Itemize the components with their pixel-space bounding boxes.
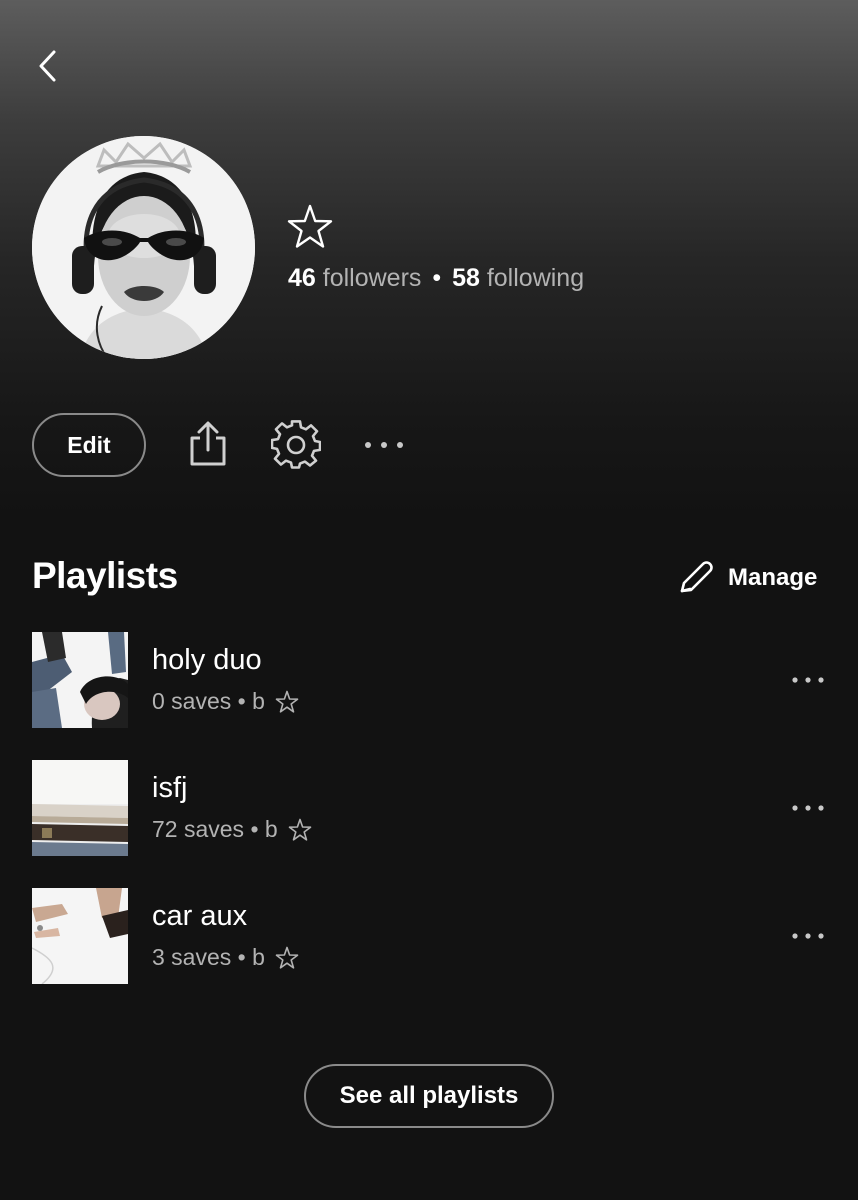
- following-label[interactable]: following: [480, 264, 584, 292]
- follow-stats: 46 followers • 58 following: [288, 264, 584, 293]
- playlist-item[interactable]: isfj 72 saves • b: [32, 760, 828, 856]
- star-icon: [288, 818, 312, 842]
- playlist-cover: [32, 760, 128, 856]
- manage-button[interactable]: Manage: [676, 558, 817, 598]
- followers-count[interactable]: 46: [288, 264, 316, 292]
- pencil-icon: [680, 561, 713, 593]
- playlists-heading: Playlists: [32, 555, 178, 596]
- playlist-meta-line: 0 saves • b: [152, 688, 299, 715]
- playlist-more-button[interactable]: [788, 794, 828, 822]
- playlist-item[interactable]: holy duo 0 saves • b: [32, 632, 828, 728]
- playlist-meta: 72 saves • b: [152, 816, 278, 842]
- playlist-title: car aux: [152, 900, 248, 932]
- more-horizontal-icon: [792, 933, 824, 939]
- followers-label[interactable]: followers: [316, 264, 422, 292]
- playlist-title: holy duo: [152, 644, 262, 676]
- more-options-button[interactable]: [360, 428, 408, 462]
- settings-button[interactable]: [270, 419, 322, 471]
- share-icon: [190, 421, 226, 466]
- chevron-left-icon: [39, 50, 56, 82]
- playlist-meta: 3 saves • b: [152, 944, 265, 970]
- more-horizontal-icon: [365, 442, 403, 448]
- playlist-cover: [32, 888, 128, 984]
- star-icon: [275, 946, 299, 970]
- playlist-meta-line: 72 saves • b: [152, 816, 312, 843]
- following-count[interactable]: 58: [452, 264, 480, 292]
- star-icon: [275, 690, 299, 714]
- playlist-meta: 0 saves • b: [152, 688, 265, 714]
- gear-icon: [271, 420, 321, 469]
- playlist-title: isfj: [152, 772, 188, 804]
- manage-label: Manage: [728, 564, 818, 591]
- star-icon: [286, 203, 334, 251]
- profile-photo: [32, 136, 255, 359]
- share-button[interactable]: [184, 418, 232, 470]
- playlist-more-button[interactable]: [788, 666, 828, 694]
- more-horizontal-icon: [792, 805, 824, 811]
- see-all-playlists-button[interactable]: See all playlists: [304, 1064, 554, 1128]
- playlist-more-button[interactable]: [788, 922, 828, 950]
- playlist-meta-line: 3 saves • b: [152, 944, 299, 971]
- avatar[interactable]: [32, 136, 255, 359]
- more-horizontal-icon: [792, 677, 824, 683]
- playlist-item[interactable]: car aux 3 saves • b: [32, 888, 828, 984]
- edit-button[interactable]: Edit: [32, 413, 146, 477]
- stats-separator: •: [432, 264, 442, 292]
- playlist-cover: [32, 632, 128, 728]
- back-button[interactable]: [28, 44, 68, 88]
